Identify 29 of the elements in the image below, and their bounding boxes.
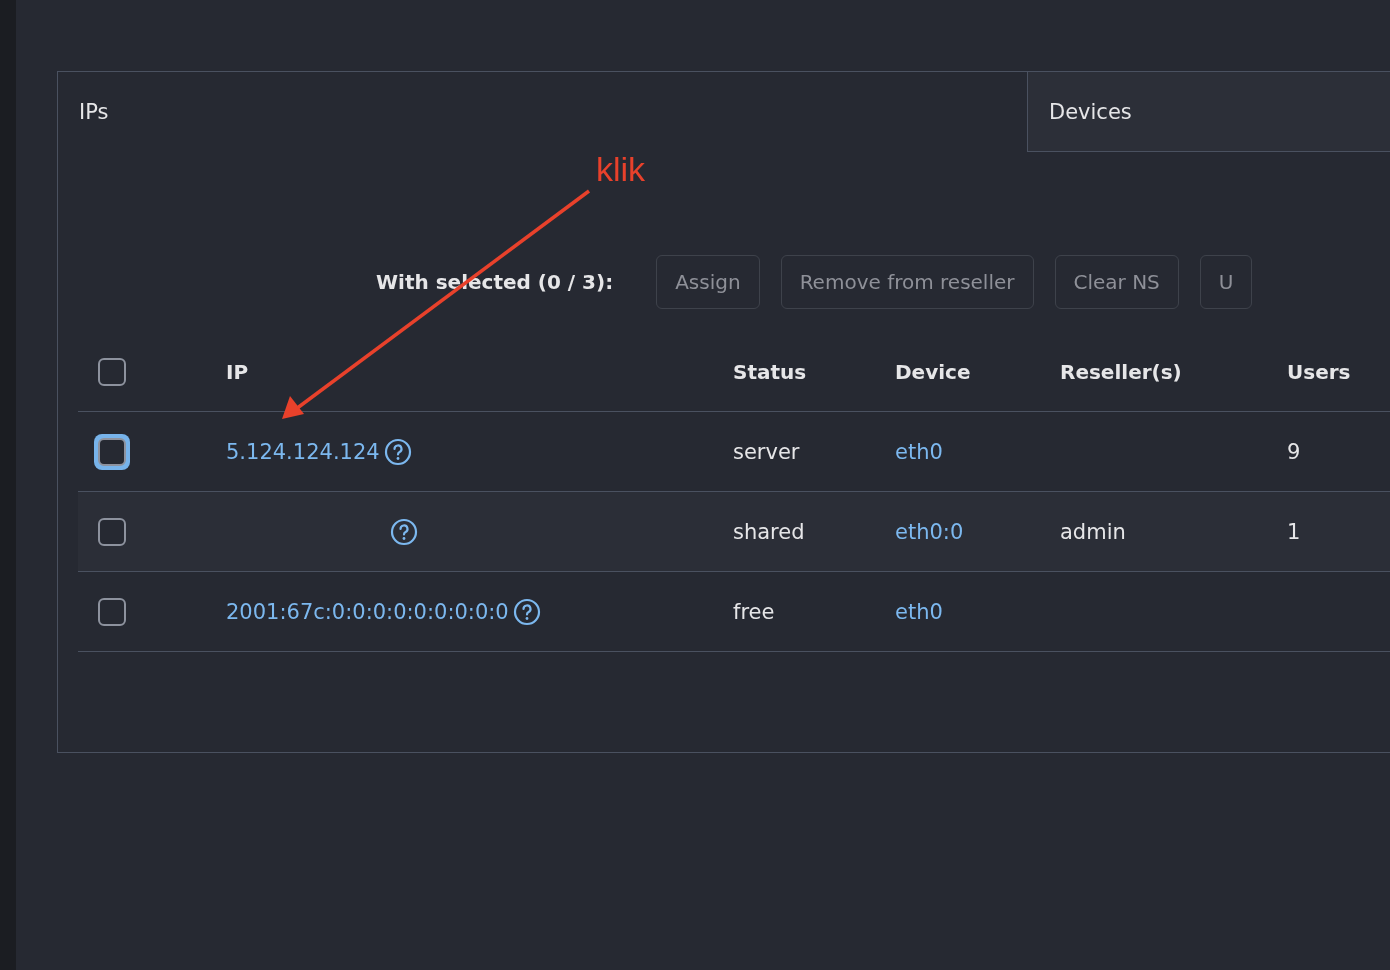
status-cell-text: server <box>733 439 801 464</box>
status-cell-text: free <box>733 599 776 624</box>
annotation-label: klik <box>596 150 646 189</box>
reseller-cell-text: admin <box>1060 519 1127 544</box>
row-checkbox[interactable] <box>98 597 126 626</box>
select-all-checkbox[interactable] <box>98 357 126 386</box>
users-cell-text: 9 <box>1287 439 1302 464</box>
action-button[interactable]: Assign <box>656 255 760 309</box>
action-button[interactable]: U <box>1199 255 1253 309</box>
action-button[interactable]: Remove from reseller <box>780 255 1034 309</box>
help-icon[interactable] <box>383 437 412 466</box>
row-checkbox[interactable] <box>98 517 126 546</box>
tab[interactable]: IPs <box>58 72 1027 152</box>
column-header: Status <box>733 359 808 384</box>
help-icon[interactable] <box>390 517 418 546</box>
device-link[interactable]: eth0 <box>895 439 1060 464</box>
device-link[interactable]: eth0 <box>895 599 1060 624</box>
column-header: Reseller(s) <box>1060 359 1183 384</box>
column-header: IP <box>226 359 250 384</box>
tab[interactable]: Devices <box>1027 72 1390 152</box>
device-link[interactable]: eth0:0 <box>895 519 1060 544</box>
column-header: Device <box>895 359 972 384</box>
action-button[interactable]: Clear NS <box>1054 255 1179 309</box>
help-icon[interactable] <box>512 597 541 626</box>
ip-link[interactable]: 5.124.124.124 <box>226 439 380 464</box>
column-header: Users <box>1287 359 1352 384</box>
status-cell-text: shared <box>733 519 806 544</box>
users-cell-text: 1 <box>1287 519 1302 544</box>
ip-link[interactable]: 2001:67c:0:0:0:0:0:0:0:0:0 <box>226 599 509 624</box>
